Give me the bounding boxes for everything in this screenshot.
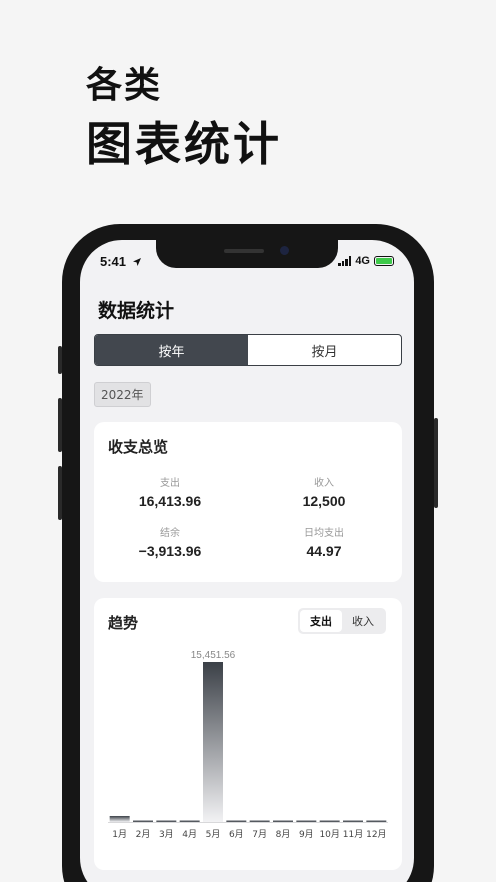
period-segmented-control: 按年 按月 (94, 334, 402, 366)
x-tick-label: 12月 (366, 829, 386, 840)
expense-stat: 支出 16,413.96 (100, 474, 240, 509)
front-camera (280, 246, 289, 255)
daily-expense-value: 44.97 (306, 543, 342, 559)
status-time: 5:41 (100, 254, 142, 269)
x-tick-label: 7月 (252, 829, 267, 840)
bar-6月[interactable] (226, 820, 247, 823)
overview-title: 收支总览 (108, 438, 169, 456)
bar-2月[interactable] (133, 820, 153, 823)
bar-4月[interactable] (179, 820, 200, 823)
tab-by-year[interactable]: 按年 (95, 335, 248, 365)
income-stat: 收入 12,500 (254, 474, 394, 509)
bar-11月[interactable] (343, 820, 363, 823)
income-value: 12,500 (302, 493, 346, 509)
expense-value: 16,413.96 (138, 493, 202, 509)
x-tick-label: 6月 (229, 829, 244, 840)
balance-label: 结余 (160, 528, 180, 539)
bar-9月[interactable] (296, 820, 317, 823)
notch (156, 240, 338, 268)
battery-icon (374, 256, 394, 266)
balance-stat: 结余 −3,913.96 (100, 524, 240, 559)
trend-bar-chart: 1月 2月 3月 4月 5月 6月 7月 8月 9月 10月 11月 12月 15,451.56 (108, 650, 388, 840)
headline-line-2: 图表统计 (86, 117, 282, 171)
x-tick-label: 3月 (159, 829, 174, 840)
mute-switch (58, 346, 62, 374)
bar-12月[interactable] (366, 820, 387, 823)
headline-line-1: 各类 (86, 65, 163, 106)
bar-8月[interactable] (273, 820, 293, 823)
overview-card: 收支总览 支出 16,413.96 收入 12,500 结余 −3,913.96… (94, 422, 402, 582)
bar-10月[interactable] (319, 820, 340, 823)
year-selector[interactable]: 2022年 (94, 382, 151, 407)
app-screen: 5:41 4G 数据统计 按年 按月 2022年 收支总览 支出 16,413.… (80, 240, 414, 882)
signal-icon (338, 256, 352, 266)
income-label: 收入 (314, 478, 334, 489)
x-tick-label: 1月 (112, 829, 127, 840)
bar-1月[interactable] (109, 815, 130, 822)
x-tick-label: 8月 (276, 829, 291, 840)
volume-up-button (58, 398, 62, 452)
network-type: 4G (355, 255, 370, 267)
balance-value: −3,913.96 (138, 543, 202, 559)
x-tick-label: 9月 (299, 829, 314, 840)
page-title: 数据统计 (98, 300, 175, 322)
x-tick-label: 10月 (319, 829, 339, 840)
bar-5月[interactable] (203, 662, 223, 822)
x-tick-label: 4月 (182, 829, 197, 840)
daily-expense-label: 日均支出 (304, 528, 344, 539)
data-label-5月: 15,451.56 (191, 650, 236, 661)
bar-3月[interactable] (156, 820, 177, 823)
x-tick-label: 2月 (136, 829, 151, 840)
promo-headline: 各类 图表统计 (86, 62, 282, 174)
status-indicators: 4G (338, 255, 394, 267)
power-button (434, 418, 438, 508)
expense-label: 支出 (160, 478, 180, 489)
daily-expense-stat: 日均支出 44.97 (254, 524, 394, 559)
speaker (224, 249, 264, 253)
bar-7月[interactable] (249, 820, 270, 823)
status-time-text: 5:41 (100, 254, 127, 269)
volume-down-button (58, 466, 62, 520)
x-tick-label: 5月 (206, 829, 221, 840)
location-arrow-icon (132, 258, 141, 266)
x-tick-label: 11月 (343, 829, 363, 840)
trend-card: 趋势 支出 收入 1月 2月 3月 4月 5月 6月 7月 8月 9月 10月 11月 12月 15,4… (94, 598, 402, 870)
tab-by-month[interactable]: 按月 (248, 335, 401, 365)
